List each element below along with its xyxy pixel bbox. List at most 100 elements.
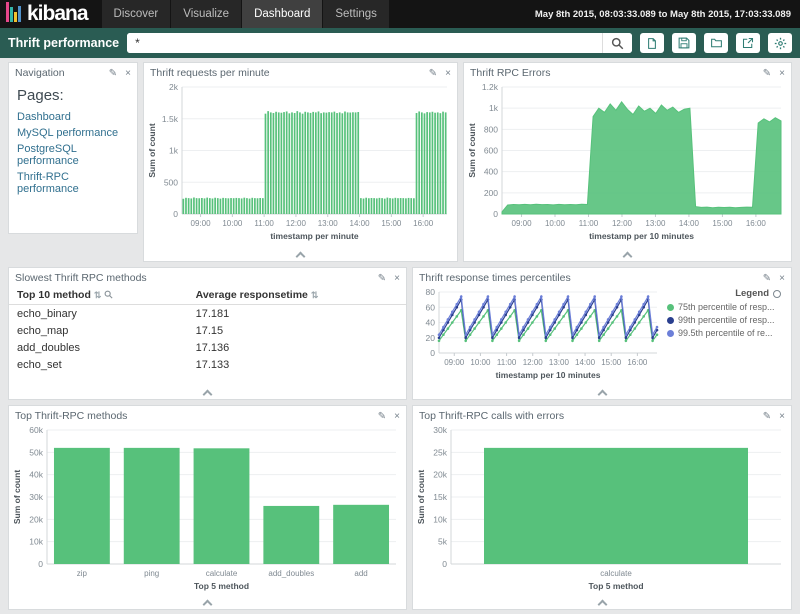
table-row[interactable]: echo_map 17.15 bbox=[9, 322, 406, 339]
share-dashboard-button[interactable] bbox=[736, 33, 760, 53]
column-header-responsetime[interactable]: Average responsetime ⇅ bbox=[188, 286, 406, 305]
close-panel-icon[interactable]: × bbox=[779, 411, 785, 422]
nav-tab[interactable]: Visualize bbox=[171, 0, 241, 28]
app-title[interactable]: kibana bbox=[27, 0, 88, 28]
settings-button[interactable] bbox=[768, 33, 792, 53]
method-cell: echo_binary bbox=[9, 305, 188, 323]
svg-text:80: 80 bbox=[426, 287, 436, 297]
percentiles-line-chart[interactable]: 02040608009:0010:0011:0012:0013:0014:001… bbox=[413, 286, 665, 381]
top-errors-bar-chart[interactable]: 05k10k15k20k25k30kcalculateTop 5 methodS… bbox=[415, 424, 789, 592]
collapse-button[interactable] bbox=[9, 596, 406, 609]
svg-text:13:00: 13:00 bbox=[318, 219, 339, 228]
column-header-method[interactable]: Top 10 method ⇅ bbox=[9, 286, 188, 305]
nav-page-link[interactable]: Thrift-RPC performance bbox=[17, 171, 129, 195]
panel-slowest-methods: Slowest Thrift RPC methods ✎ × Top 10 me… bbox=[8, 267, 407, 400]
method-cell: add_doubles bbox=[9, 339, 188, 356]
svg-text:0: 0 bbox=[173, 209, 178, 219]
svg-text:Sum of count: Sum of count bbox=[416, 470, 426, 524]
svg-text:20: 20 bbox=[426, 333, 436, 343]
settings-gear-icon bbox=[774, 37, 787, 50]
svg-text:16:00: 16:00 bbox=[627, 358, 648, 367]
legend-swatch bbox=[667, 330, 674, 337]
time-range-picker[interactable]: May 8th 2015, 08:03:33.089 to May 8th 20… bbox=[535, 9, 800, 20]
legend-item[interactable]: 99.5th percentile of re... bbox=[667, 328, 781, 338]
requests-bar-chart[interactable]: 05001k1.5k2k09:0010:0011:0012:0013:0014:… bbox=[146, 81, 455, 242]
svg-text:11:00: 11:00 bbox=[579, 219, 599, 228]
chevron-up-icon bbox=[597, 389, 607, 399]
table-row[interactable]: add_doubles 17.136 bbox=[9, 339, 406, 356]
svg-text:30k: 30k bbox=[29, 492, 43, 502]
legend-item[interactable]: 99th percentile of resp... bbox=[667, 315, 781, 325]
close-panel-icon[interactable]: × bbox=[394, 273, 400, 284]
edit-panel-icon[interactable]: ✎ bbox=[763, 411, 771, 422]
collapse-button[interactable] bbox=[413, 386, 791, 399]
kibana-logo-icon[interactable] bbox=[6, 2, 21, 22]
nav-page-link[interactable]: MySQL performance bbox=[17, 127, 129, 139]
close-panel-icon[interactable]: × bbox=[394, 411, 400, 422]
panel-title: Navigation bbox=[15, 67, 65, 79]
svg-text:calculate: calculate bbox=[600, 569, 632, 578]
collapse-button[interactable] bbox=[9, 386, 406, 399]
search-button[interactable] bbox=[602, 33, 632, 53]
table-row[interactable]: echo_binary 17.181 bbox=[9, 305, 406, 323]
svg-text:5k: 5k bbox=[438, 537, 448, 547]
query-input[interactable] bbox=[127, 33, 602, 53]
legend-item[interactable]: 75th percentile of resp... bbox=[667, 302, 781, 312]
svg-text:add_doubles: add_doubles bbox=[268, 569, 314, 578]
panel-title: Thrift response times percentiles bbox=[419, 272, 571, 284]
svg-text:10:00: 10:00 bbox=[222, 219, 243, 228]
svg-text:Top 5 method: Top 5 method bbox=[194, 581, 249, 591]
save-dashboard-button[interactable] bbox=[672, 33, 696, 53]
svg-text:15k: 15k bbox=[433, 492, 447, 502]
svg-text:1.5k: 1.5k bbox=[162, 114, 179, 124]
svg-text:Top 5 method: Top 5 method bbox=[588, 581, 643, 591]
close-panel-icon[interactable]: × bbox=[445, 68, 451, 79]
svg-text:60k: 60k bbox=[29, 425, 43, 435]
svg-text:10k: 10k bbox=[433, 514, 447, 524]
search-icon bbox=[611, 37, 624, 50]
edit-panel-icon[interactable]: ✎ bbox=[378, 411, 386, 422]
svg-text:09:00: 09:00 bbox=[444, 358, 465, 367]
edit-panel-icon[interactable]: ✎ bbox=[763, 273, 771, 284]
new-dashboard-button[interactable] bbox=[640, 33, 664, 53]
filter-magnifier-icon[interactable] bbox=[104, 290, 113, 299]
pages-heading: Pages: bbox=[17, 87, 129, 104]
panel-title: Top Thrift-RPC methods bbox=[15, 410, 127, 422]
svg-text:30k: 30k bbox=[433, 425, 447, 435]
svg-text:13:00: 13:00 bbox=[549, 358, 570, 367]
nav-page-link[interactable]: PostgreSQL performance bbox=[17, 143, 129, 167]
slowest-methods-table: Top 10 method ⇅ Average responsetime ⇅ bbox=[9, 286, 406, 373]
nav-tab[interactable]: Settings bbox=[323, 0, 389, 28]
nav-tab[interactable]: Discover bbox=[102, 0, 171, 28]
errors-area-chart[interactable]: 02004006008001k1.2k09:0010:0011:0012:001… bbox=[466, 81, 789, 242]
collapse-button[interactable] bbox=[464, 248, 791, 261]
responsetime-cell: 17.15 bbox=[188, 322, 406, 339]
share-dashboard-icon bbox=[742, 37, 754, 49]
edit-panel-icon[interactable]: ✎ bbox=[109, 68, 117, 79]
legend-toggle-icon bbox=[773, 290, 781, 298]
edit-panel-icon[interactable]: ✎ bbox=[763, 68, 771, 79]
nav-tab[interactable]: Dashboard bbox=[242, 0, 322, 28]
svg-text:16:00: 16:00 bbox=[746, 219, 767, 228]
svg-text:1k: 1k bbox=[169, 146, 179, 156]
nav-page-link[interactable]: Dashboard bbox=[17, 111, 129, 123]
close-panel-icon[interactable]: × bbox=[125, 68, 131, 79]
close-panel-icon[interactable]: × bbox=[779, 68, 785, 79]
svg-text:60: 60 bbox=[426, 302, 436, 312]
table-row[interactable]: echo_set 17.133 bbox=[9, 356, 406, 373]
svg-text:600: 600 bbox=[484, 146, 498, 156]
legend-toggle[interactable]: Legend bbox=[667, 288, 781, 299]
close-panel-icon[interactable]: × bbox=[779, 273, 785, 284]
open-dashboard-button[interactable] bbox=[704, 33, 728, 53]
collapse-button[interactable] bbox=[413, 596, 791, 609]
edit-panel-icon[interactable]: ✎ bbox=[378, 273, 386, 284]
svg-text:09:00: 09:00 bbox=[191, 219, 212, 228]
edit-panel-icon[interactable]: ✎ bbox=[429, 68, 437, 79]
collapse-button[interactable] bbox=[144, 248, 457, 261]
svg-text:10k: 10k bbox=[29, 537, 43, 547]
top-methods-bar-chart[interactable]: 010k20k30k40k50k60kzippingcalculateadd_d… bbox=[11, 424, 404, 592]
svg-text:timestamp per 10 minutes: timestamp per 10 minutes bbox=[496, 370, 601, 380]
svg-text:10:00: 10:00 bbox=[545, 219, 566, 228]
svg-text:1k: 1k bbox=[489, 103, 499, 113]
chevron-up-icon bbox=[296, 251, 306, 261]
